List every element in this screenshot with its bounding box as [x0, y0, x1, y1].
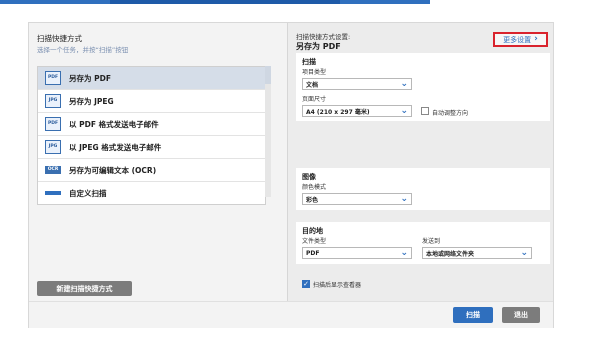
title-bar [0, 0, 589, 6]
chevron-down-icon: ⌄ [400, 194, 408, 204]
page-size-value: A4 (210 x 297 毫米) [306, 108, 370, 116]
shortcut-item-save-pdf[interactable]: PDF 另存为 PDF [38, 67, 265, 90]
page-size-select[interactable]: A4 (210 x 297 毫米) ⌄ [302, 105, 412, 117]
image-section-title: 图像 [302, 173, 316, 181]
settings-panel: 扫描快捷方式设置: 另存为 PDF 更多设置 › 扫描 项目类型 文档 ⌄ 页面… [287, 23, 553, 327]
file-type-value: PDF [306, 249, 320, 257]
destination-section: 目的地 文件类型 PDF ⌄ 发送到 本地或网络文件夹 ⌄ [296, 222, 550, 264]
pdf-icon: PDF [45, 71, 61, 85]
ocr-icon: OCR [45, 166, 61, 174]
selected-shortcut-name: 另存为 PDF [296, 42, 341, 51]
email-pdf-icon: PDF [45, 117, 61, 131]
shortcut-item-ocr[interactable]: OCR 另存为可编辑文本 (OCR) [38, 159, 265, 182]
send-to-label: 发送到 [422, 238, 441, 245]
shortcut-label: 自定义扫描 [69, 188, 107, 198]
custom-scan-icon [45, 191, 61, 195]
color-mode-select[interactable]: 彩色 ⌄ [302, 193, 412, 205]
chevron-down-icon: ⌄ [400, 106, 408, 116]
chevron-down-icon: ⌄ [400, 79, 408, 89]
shortcut-label: 另存为 JPEG [69, 96, 114, 106]
destination-section-title: 目的地 [302, 227, 323, 235]
send-to-value: 本地或网络文件夹 [426, 250, 475, 258]
title-bar-highlight [110, 0, 340, 4]
color-mode-value: 彩色 [306, 196, 319, 204]
image-section: 图像 颜色模式 彩色 ⌄ [296, 168, 550, 210]
shortcut-list: PDF 另存为 PDF JPG 另存为 JPEG PDF 以 PDF 格式发送电… [37, 66, 266, 205]
shortcut-label: 以 PDF 格式发送电子邮件 [69, 119, 159, 129]
chevron-down-icon: ⌄ [520, 248, 528, 258]
color-mode-label: 颜色模式 [302, 184, 327, 191]
file-type-label: 文件类型 [302, 238, 327, 245]
shortcuts-panel: 扫描快捷方式 选择一个任务，并按“扫描”按钮 PDF 另存为 PDF JPG 另… [29, 23, 287, 327]
scan-section: 扫描 项目类型 文档 ⌄ 页面尺寸 A4 (210 x 297 毫米) ⌄ 自动… [296, 53, 550, 121]
settings-heading: 扫描快捷方式设置: [296, 33, 351, 41]
chevron-right-icon: › [534, 34, 538, 44]
item-type-select[interactable]: 文档 ⌄ [302, 78, 412, 90]
auto-orient-checkbox[interactable] [421, 107, 429, 115]
shortcut-item-custom-scan[interactable]: 自定义扫描 [38, 182, 265, 204]
scan-window: 扫描快捷方式 选择一个任务，并按“扫描”按钮 PDF 另存为 PDF JPG 另… [28, 22, 554, 328]
shortcut-item-email-jpeg[interactable]: JPG 以 JPEG 格式发送电子邮件 [38, 136, 265, 159]
show-viewer-label: 扫描后显示查看器 [313, 282, 362, 289]
send-to-select[interactable]: 本地或网络文件夹 ⌄ [422, 247, 532, 259]
scan-button[interactable]: 扫描 [453, 307, 493, 323]
page-size-label: 页面尺寸 [302, 96, 327, 103]
item-type-label: 项目类型 [302, 69, 327, 76]
shortcut-label: 另存为可编辑文本 (OCR) [69, 165, 157, 175]
shortcut-item-email-pdf[interactable]: PDF 以 PDF 格式发送电子邮件 [38, 113, 265, 136]
list-scrollbar[interactable] [265, 66, 271, 197]
scan-section-title: 扫描 [302, 58, 316, 66]
file-type-select[interactable]: PDF ⌄ [302, 247, 412, 259]
exit-button[interactable]: 退出 [502, 307, 540, 323]
item-type-value: 文档 [306, 81, 319, 89]
shortcut-label: 以 JPEG 格式发送电子邮件 [69, 142, 162, 152]
shortcuts-hint: 选择一个任务，并按“扫描”按钮 [37, 46, 129, 54]
chevron-down-icon: ⌄ [400, 248, 408, 258]
auto-orient-label: 自动调整方向 [432, 110, 469, 117]
new-shortcut-button[interactable]: 新建扫描快捷方式 [37, 281, 132, 296]
more-settings-link[interactable]: 更多设置 › [493, 32, 548, 47]
shortcuts-title: 扫描快捷方式 [37, 34, 82, 43]
shortcut-label: 另存为 PDF [69, 73, 111, 83]
more-settings-label: 更多设置 [503, 35, 532, 44]
show-viewer-checkbox[interactable]: ✓ [302, 280, 310, 288]
email-jpeg-icon: JPG [45, 140, 61, 154]
shortcut-item-save-jpeg[interactable]: JPG 另存为 JPEG [38, 90, 265, 113]
list-scrollbar-thumb[interactable] [265, 66, 271, 84]
jpeg-icon: JPG [45, 94, 61, 108]
